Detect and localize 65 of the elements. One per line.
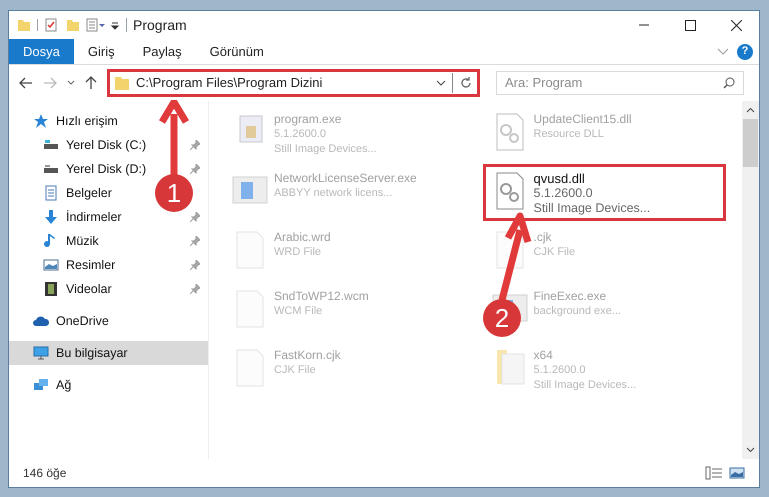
sidebar-item[interactable]: Hızlı erişim bbox=[29, 110, 122, 132]
refresh-icon[interactable] bbox=[459, 76, 473, 90]
sidebar-item[interactable]: İndirmeler bbox=[39, 206, 126, 228]
file-detail: Still Image Devices... bbox=[534, 378, 636, 393]
address-dropdown-icon[interactable] bbox=[436, 80, 446, 86]
expand-ribbon-icon[interactable] bbox=[717, 48, 729, 56]
up-arrow-icon[interactable] bbox=[85, 76, 97, 90]
ribbon-tab[interactable]: Paylaş bbox=[128, 39, 196, 64]
pin-icon[interactable] bbox=[190, 236, 200, 246]
pin-icon[interactable] bbox=[190, 284, 200, 294]
file-detail: 5.1.2600.0 bbox=[534, 363, 586, 378]
sidebar-item[interactable]: Yerel Disk (C:) bbox=[39, 134, 150, 156]
details-view-icon[interactable] bbox=[705, 466, 723, 480]
scrollbar[interactable] bbox=[742, 101, 759, 459]
picture-icon bbox=[43, 257, 59, 273]
recent-dropdown-icon[interactable] bbox=[67, 80, 75, 86]
sidebar-item[interactable]: OneDrive bbox=[29, 310, 113, 332]
sidebar-item[interactable]: Yerel Disk (D:) bbox=[39, 158, 150, 180]
view-options-icon[interactable] bbox=[86, 18, 106, 32]
close-icon bbox=[730, 20, 742, 30]
sidebar-item[interactable]: Resimler bbox=[39, 254, 120, 276]
back-arrow-icon[interactable] bbox=[19, 77, 33, 89]
sidebar-item[interactable]: Ağ bbox=[29, 374, 76, 396]
file-detail: ABBYY network licens... bbox=[274, 186, 392, 201]
ribbon-tab[interactable]: Dosya bbox=[9, 39, 74, 64]
star-icon bbox=[33, 113, 49, 129]
sidebar-item[interactable]: Belgeler bbox=[39, 182, 116, 204]
address-path: C:\Program Files\Program Dizini bbox=[136, 74, 322, 92]
large-icons-view-icon[interactable] bbox=[729, 466, 745, 480]
pin-icon[interactable] bbox=[190, 212, 200, 222]
sidebar-item[interactable]: Bu bilgisayar bbox=[29, 342, 132, 364]
scroll-up-icon[interactable] bbox=[746, 107, 755, 113]
sidebar-item[interactable]: Müzik bbox=[39, 230, 103, 252]
item-count: 146 öğe bbox=[23, 465, 66, 482]
help-button[interactable]: ? bbox=[737, 44, 753, 60]
file-detail: WRD File bbox=[274, 245, 322, 260]
file-detail: Still Image Devices... bbox=[274, 142, 377, 157]
document-icon bbox=[43, 185, 59, 201]
network-icon bbox=[33, 377, 49, 393]
pin-icon[interactable] bbox=[190, 164, 200, 174]
ribbon-tab[interactable]: Görünüm bbox=[196, 39, 278, 64]
scroll-thumb[interactable] bbox=[743, 119, 758, 167]
folder-icon bbox=[114, 75, 130, 91]
sidebar-item[interactable]: Videolar bbox=[39, 278, 116, 300]
address-bar[interactable]: C:\Program Files\Program Dizini bbox=[107, 69, 480, 97]
film-icon bbox=[43, 281, 59, 297]
monitor-icon bbox=[33, 345, 49, 361]
file-detail: 5.1.2600.0 bbox=[534, 186, 593, 201]
properties-icon[interactable] bbox=[44, 18, 58, 32]
download-arrow-icon bbox=[43, 209, 59, 225]
file-detail: Still Image Devices... bbox=[534, 201, 650, 216]
search-icon bbox=[723, 77, 735, 89]
scroll-down-icon[interactable] bbox=[746, 447, 755, 453]
file-detail: background exe... bbox=[534, 304, 621, 319]
file-detail: CJK File bbox=[274, 363, 316, 378]
pin-icon[interactable] bbox=[190, 140, 200, 150]
file-detail: 5.1.2600.0 bbox=[274, 127, 326, 142]
file-detail: Resource DLL bbox=[534, 127, 604, 142]
pin-icon[interactable] bbox=[190, 260, 200, 270]
window-title: Program bbox=[133, 16, 187, 35]
file-detail: CJK File bbox=[534, 245, 576, 260]
ribbon-tab[interactable]: Giriş bbox=[74, 39, 129, 64]
maximize-icon bbox=[684, 20, 696, 30]
file-detail: WCM File bbox=[274, 304, 322, 319]
file-name[interactable]: qvusd.dll bbox=[534, 171, 585, 186]
